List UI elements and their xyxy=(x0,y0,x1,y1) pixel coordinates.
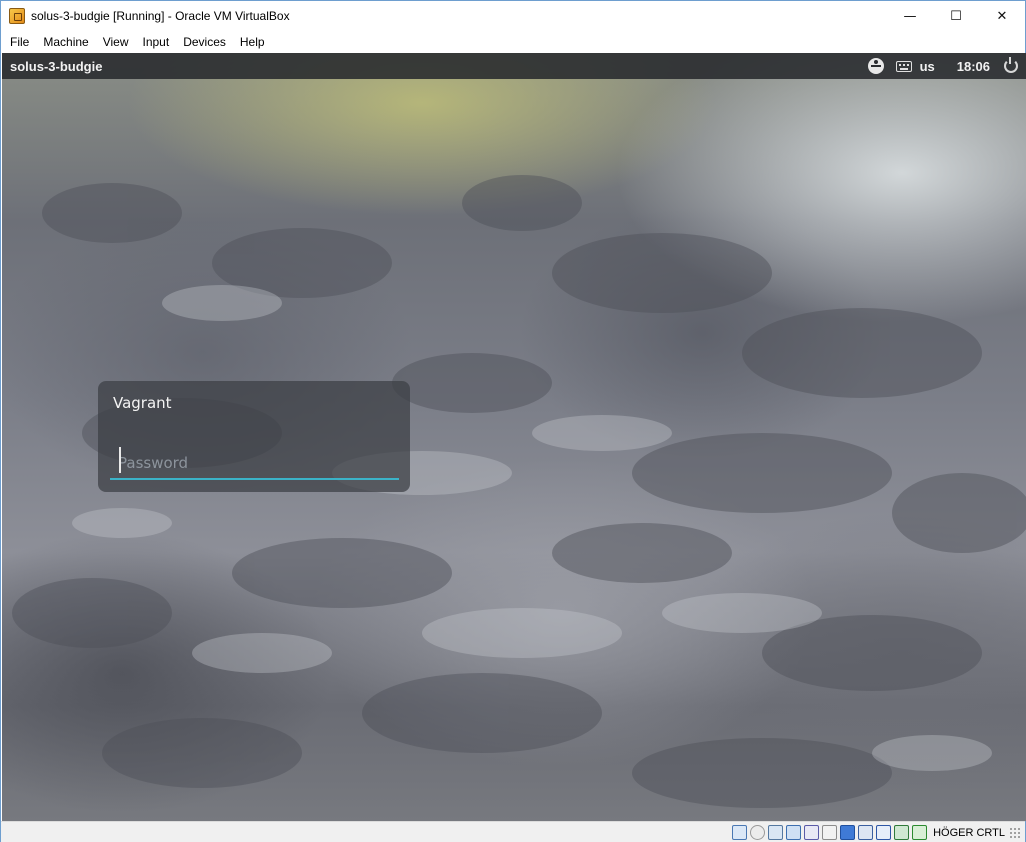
keyboard-icon[interactable] xyxy=(895,60,912,72)
menu-bar: File Machine View Input Devices Help xyxy=(1,31,1025,53)
mouse-integration-icon[interactable] xyxy=(894,825,910,840)
status-icons: HÖGER CRTL xyxy=(729,824,1021,841)
virtualization-icon[interactable] xyxy=(876,825,892,840)
status-bar: HÖGER CRTL xyxy=(1,821,1025,842)
resize-grip-icon[interactable] xyxy=(1009,826,1021,839)
window-controls: — ☐ ✕ xyxy=(887,1,1025,31)
maximize-button[interactable]: ☐ xyxy=(933,1,979,31)
menu-devices[interactable]: Devices xyxy=(176,31,233,53)
login-card: Vagrant xyxy=(98,381,410,492)
keyboard-layout[interactable]: us xyxy=(920,59,935,74)
text-caret xyxy=(119,447,121,473)
network-icon[interactable] xyxy=(786,825,802,840)
host-key-icon[interactable] xyxy=(912,825,928,840)
guest-hostname: solus-3-budgie xyxy=(10,58,103,74)
minimize-button[interactable]: — xyxy=(887,1,933,31)
password-input[interactable] xyxy=(110,448,399,480)
accessibility-icon[interactable] xyxy=(867,58,884,74)
host-key-label: HÖGER CRTL xyxy=(933,826,1005,839)
login-user-name: Vagrant xyxy=(113,394,172,412)
close-button[interactable]: ✕ xyxy=(979,1,1025,31)
shared-folders-icon[interactable] xyxy=(822,825,838,840)
guest-display[interactable]: solus-3-budgie us 18:06 Vagrant xyxy=(2,53,1026,821)
clock: 18:06 xyxy=(956,58,990,74)
menu-view[interactable]: View xyxy=(96,31,136,53)
power-icon[interactable] xyxy=(1004,57,1018,73)
virtualbox-app-icon[interactable] xyxy=(9,8,25,24)
menu-input[interactable]: Input xyxy=(136,31,177,53)
guest-top-panel: solus-3-budgie us 18:06 xyxy=(2,53,1026,79)
menu-machine[interactable]: Machine xyxy=(36,31,95,53)
window-title: solus-3-budgie [Running] - Oracle VM Vir… xyxy=(31,9,290,23)
menu-file[interactable]: File xyxy=(3,31,36,53)
display-icon[interactable] xyxy=(840,825,856,840)
title-bar[interactable]: solus-3-budgie [Running] - Oracle VM Vir… xyxy=(1,1,1025,31)
hard-disk-icon[interactable] xyxy=(732,825,748,840)
menu-help[interactable]: Help xyxy=(233,31,272,53)
virtualbox-window: solus-3-budgie [Running] - Oracle VM Vir… xyxy=(0,0,1026,842)
optical-drive-icon[interactable] xyxy=(750,825,766,840)
usb-icon[interactable] xyxy=(804,825,820,840)
panel-indicators: us 18:06 xyxy=(867,53,1026,79)
audio-icon[interactable] xyxy=(768,825,784,840)
recording-icon[interactable] xyxy=(858,825,874,840)
